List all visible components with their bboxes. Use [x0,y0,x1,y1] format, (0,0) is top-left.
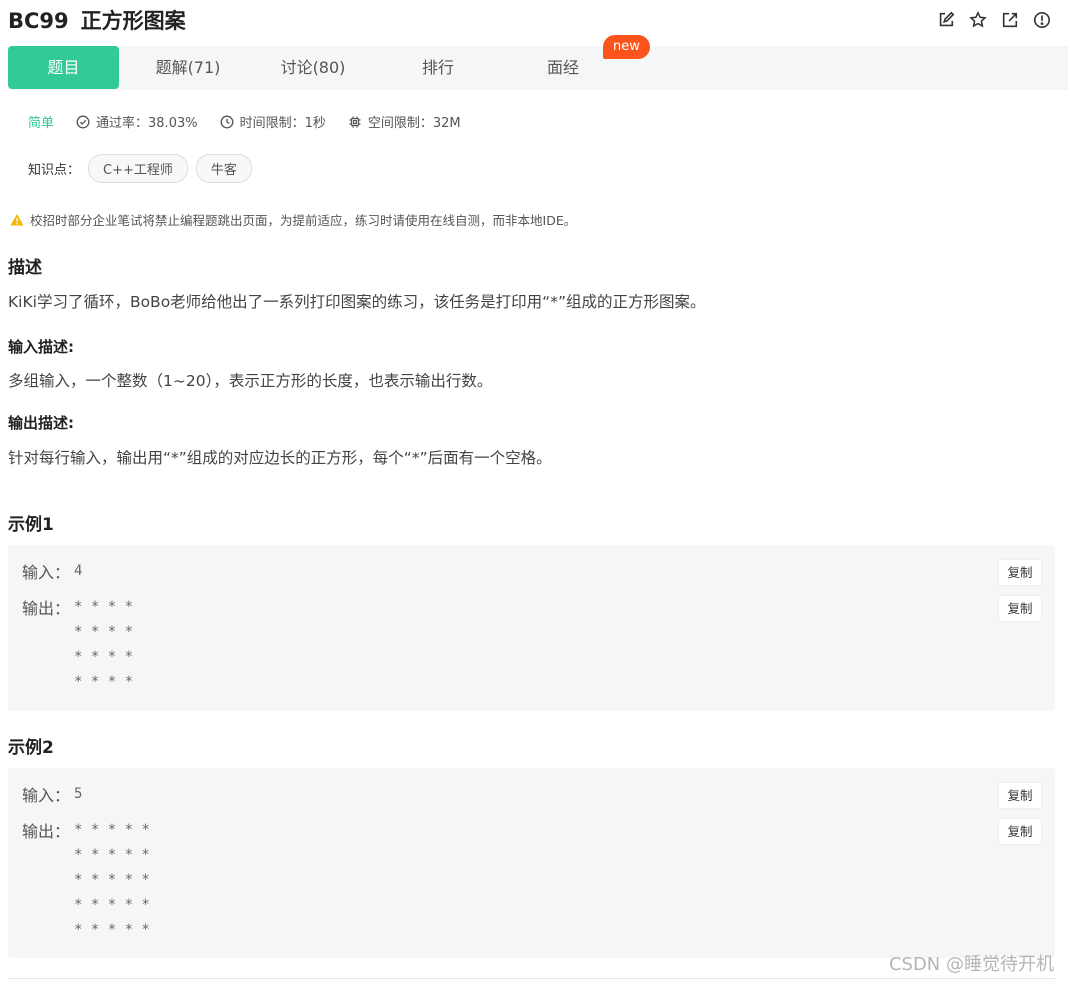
example-2-block: 输入： 5 复制 输出： * * * * * * * * * * * * * *… [8,768,1055,958]
warning-notice: 校招时部分企业笔试将禁止编程题跳出页面，为提前适应，练习时请使用在线自测，而非本… [10,210,576,229]
report-icon[interactable] [1032,10,1052,30]
output-desc-text: 针对每行输入，输出用“*”组成的对应边长的正方形，每个“*”后面有一个空格。 [8,449,552,467]
watermark: CSDN @睡觉待开机 [888,954,1054,975]
space-limit: 空间限制：32M [348,112,461,131]
example-1-output: 输出： * * * * * * * * * * * * * * * * [22,595,133,695]
star-icon[interactable] [968,10,988,30]
example-1-heading: 示例1 [8,515,54,535]
chip-icon [349,116,361,127]
input-desc-heading: 输入描述: [8,338,74,356]
tab-ranking[interactable]: 排行 [378,46,498,89]
tag-chip[interactable]: C++工程师 [88,154,188,183]
description-heading: 描述 [8,258,42,278]
output-value[interactable]: * * * * * * * * * * * * * * * * * * * * … [74,818,150,943]
new-badge: new [603,35,650,59]
tab-problem[interactable]: 题目 [8,46,119,89]
edit-icon[interactable] [936,10,956,30]
check-circle-icon [76,115,90,128]
input-value[interactable]: 4 [74,559,82,584]
input-label: 输入： [22,563,71,582]
problem-meta: 简单 通过率：38.03% 时间限制：1秒 空间限制：32M [28,112,483,131]
output-desc-heading: 输出描述: [8,414,74,432]
copy-output-button[interactable]: 复制 [999,596,1041,621]
difficulty-label: 简单 [28,116,55,131]
problem-code: BC99 [8,9,69,33]
time-limit: 时间限制：1秒 [220,112,326,131]
input-label: 输入： [22,786,71,805]
pass-rate: 通过率：38.03% [76,112,198,131]
knowledge-points: 知识点： C++工程师 牛客 [28,154,252,183]
output-label: 输出： [22,599,71,618]
divider [8,978,1055,979]
example-2-output: 输出： * * * * * * * * * * * * * * * * * * … [22,818,150,943]
example-1-block: 输入： 4 复制 输出： * * * * * * * * * * * * * *… [8,545,1055,711]
warning-icon [10,213,24,225]
output-value[interactable]: * * * * * * * * * * * * * * * * [74,595,133,695]
tab-bar: 题目 题解(71) 讨论(80) 排行 面经 [8,46,1068,90]
problem-title: 正方形图案 [80,9,186,33]
header-actions [936,10,1052,30]
tab-solutions[interactable]: 题解(71) [128,46,248,89]
tab-discussion[interactable]: 讨论(80) [253,46,373,89]
copy-input-button[interactable]: 复制 [999,783,1041,808]
share-icon[interactable] [1000,10,1020,30]
copy-input-button[interactable]: 复制 [999,560,1041,585]
copy-output-button[interactable]: 复制 [999,819,1041,844]
page-title: BC99 正方形图案 [8,6,1068,36]
example-2-input: 输入： 5 [22,782,82,807]
example-1-input: 输入： 4 [22,559,82,584]
example-2-heading: 示例2 [8,738,54,758]
description-text: KiKi学习了循环，BoBo老师给他出了一系列打印图案的练习，该任务是打印用“*… [8,293,706,311]
input-desc-text: 多组输入，一个整数（1~20），表示正方形的长度，也表示输出行数。 [8,372,493,390]
problem-header: BC99 正方形图案 [8,6,1068,38]
output-label: 输出： [22,822,71,841]
input-value[interactable]: 5 [74,782,82,807]
knowledge-label: 知识点： [28,163,81,178]
tag-chip[interactable]: 牛客 [195,154,252,183]
clock-icon [220,115,234,128]
